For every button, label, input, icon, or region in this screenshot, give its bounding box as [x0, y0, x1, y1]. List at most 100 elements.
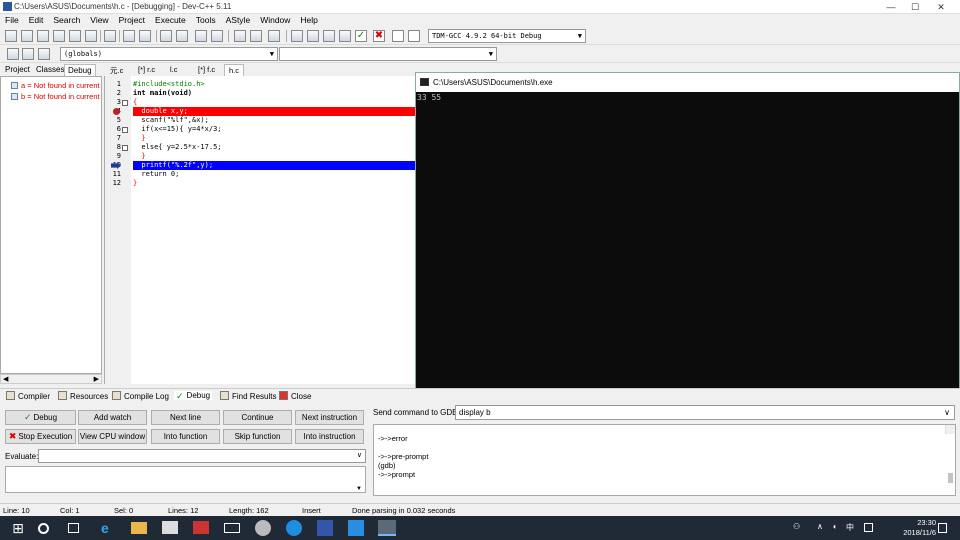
menu-edit[interactable]: Edit — [24, 14, 49, 27]
scroll-thumb[interactable] — [948, 473, 953, 483]
volume-icon[interactable]: ◖ — [832, 522, 837, 531]
next-line-button[interactable]: Next line — [151, 410, 220, 425]
console-title-bar[interactable]: C:\Users\ASUS\Documents\h.exe — [416, 73, 959, 92]
stop-execution-button[interactable]: ✖ Stop Execution — [5, 429, 76, 444]
devcpp-taskbar-icon[interactable] — [378, 520, 396, 536]
tab-file-r[interactable]: [*] r.c — [134, 64, 159, 75]
compile-icon[interactable] — [291, 30, 303, 42]
compile-run-icon[interactable] — [323, 30, 335, 42]
close-button[interactable]: ✕ — [930, 1, 952, 13]
vertical-scrollbar[interactable] — [945, 425, 955, 483]
compiler-select[interactable]: TDM-GCC 4.9.2 64-bit Debug ▼ — [428, 29, 586, 43]
tab-file-f[interactable]: [*] f.c — [194, 64, 219, 75]
tab-find-results[interactable]: Find Results — [220, 391, 276, 401]
tab-file-l[interactable]: l.c — [166, 64, 182, 75]
console-window[interactable]: C:\Users\ASUS\Documents\h.exe 33 55 — [415, 72, 960, 390]
debug-button[interactable]: ✓ Debug — [5, 410, 76, 425]
start-button-icon[interactable]: ⊞ — [10, 520, 26, 536]
fold-toggle-icon[interactable] — [122, 145, 128, 151]
menu-search[interactable]: Search — [48, 14, 85, 27]
tab-compiler[interactable]: Compiler — [6, 391, 50, 401]
ime-indicator[interactable]: 中 — [846, 522, 854, 533]
menu-execute[interactable]: Execute — [150, 14, 191, 27]
tab-compile-log[interactable]: Compile Log — [112, 391, 169, 401]
chevron-down-icon[interactable]: ∨ — [357, 451, 362, 459]
into-instruction-button[interactable]: Into instruction — [295, 429, 364, 444]
mail-icon[interactable] — [224, 523, 240, 533]
unindent-icon[interactable] — [234, 30, 246, 42]
run-icon[interactable] — [307, 30, 319, 42]
store-icon[interactable] — [162, 521, 178, 534]
goto-bookmark-icon[interactable] — [38, 48, 50, 60]
profile-icon[interactable] — [392, 30, 404, 42]
menu-project[interactable]: Project — [114, 14, 150, 27]
insert-icon[interactable] — [7, 48, 19, 60]
scope-select[interactable]: (globals) ▼ — [60, 47, 278, 61]
tab-close[interactable]: Close — [279, 391, 311, 401]
menu-astyle[interactable]: AStyle — [221, 14, 256, 27]
next-instruction-button[interactable]: Next instruction — [295, 410, 364, 425]
fold-toggle-icon[interactable] — [122, 100, 128, 106]
open-file-icon[interactable] — [21, 30, 33, 42]
app-icon[interactable] — [193, 521, 209, 534]
add-watch-button[interactable]: Add watch — [78, 410, 147, 425]
people-icon[interactable]: ⚇ — [793, 522, 800, 531]
menu-window[interactable]: Window — [255, 14, 295, 27]
menu-view[interactable]: View — [85, 14, 113, 27]
tab-debug-panel[interactable]: ✓ Debug — [174, 391, 213, 401]
tab-classes[interactable]: Classes — [33, 64, 67, 75]
maximize-button[interactable]: ☐ — [904, 1, 926, 13]
undo-icon[interactable] — [123, 30, 135, 42]
search-icon[interactable] — [38, 523, 49, 534]
view-cpu-window-button[interactable]: View CPU window — [78, 429, 147, 444]
notification-icon[interactable] — [938, 523, 947, 533]
menu-file[interactable]: File — [0, 14, 24, 27]
app-icon[interactable] — [348, 520, 364, 536]
find-icon[interactable] — [160, 30, 172, 42]
keyboard-icon[interactable] — [864, 523, 873, 532]
app-icon[interactable] — [317, 520, 333, 536]
syntax-check-icon[interactable]: ✓ — [355, 30, 367, 42]
menu-help[interactable]: Help — [295, 14, 322, 27]
replace-icon[interactable] — [176, 30, 188, 42]
browser-icon[interactable] — [286, 520, 302, 536]
delete-profile-icon[interactable] — [408, 30, 420, 42]
rebuild-icon[interactable] — [339, 30, 351, 42]
task-view-icon[interactable] — [68, 523, 79, 533]
function-select[interactable]: ▼ — [279, 47, 497, 61]
close-all-icon[interactable] — [85, 30, 97, 42]
indent-icon[interactable] — [250, 30, 262, 42]
skip-function-button[interactable]: Skip function — [223, 429, 292, 444]
tray-expand-icon[interactable]: ∧ — [817, 522, 823, 531]
new-file-icon[interactable] — [5, 30, 17, 42]
redo-icon[interactable] — [139, 30, 151, 42]
fold-toggle-icon[interactable] — [122, 127, 128, 133]
menu-tools[interactable]: Tools — [191, 14, 221, 27]
scroll-right-icon[interactable]: ▶ — [94, 375, 99, 383]
toggle-bookmark-icon[interactable] — [22, 48, 34, 60]
goto-line-icon[interactable] — [211, 30, 223, 42]
watch-item[interactable]: a = Not found in current context — [11, 81, 101, 90]
tab-project[interactable]: Project — [2, 64, 33, 75]
edge-browser-icon[interactable]: e — [101, 520, 117, 536]
scroll-down-icon[interactable]: ▼ — [356, 486, 362, 492]
file-explorer-icon[interactable] — [131, 522, 147, 534]
chevron-down-icon[interactable]: ∨ — [944, 406, 950, 419]
breakpoint-icon[interactable] — [113, 108, 120, 115]
tab-debug[interactable]: Debug — [64, 64, 96, 76]
continue-button[interactable]: Continue — [223, 410, 292, 425]
watch-item[interactable]: b = Not found in current context — [11, 92, 101, 101]
toggle-comment-icon[interactable] — [268, 30, 280, 42]
scroll-left-icon[interactable]: ◀ — [3, 375, 8, 383]
tab-resources[interactable]: Resources — [58, 391, 108, 401]
stop-execution-icon[interactable]: ✖ — [373, 30, 385, 42]
horizontal-scrollbar[interactable]: ◀ ▶ — [0, 374, 102, 384]
minimize-button[interactable]: — — [880, 1, 902, 13]
evaluate-input[interactable]: ∨ — [38, 449, 366, 463]
clock[interactable]: 23:30 2018/11/6 — [903, 518, 936, 538]
save-icon[interactable] — [37, 30, 49, 42]
find-next-icon[interactable] — [195, 30, 207, 42]
tab-file-h[interactable]: h.c — [224, 64, 245, 76]
close-file-icon[interactable] — [69, 30, 81, 42]
save-all-icon[interactable] — [53, 30, 65, 42]
